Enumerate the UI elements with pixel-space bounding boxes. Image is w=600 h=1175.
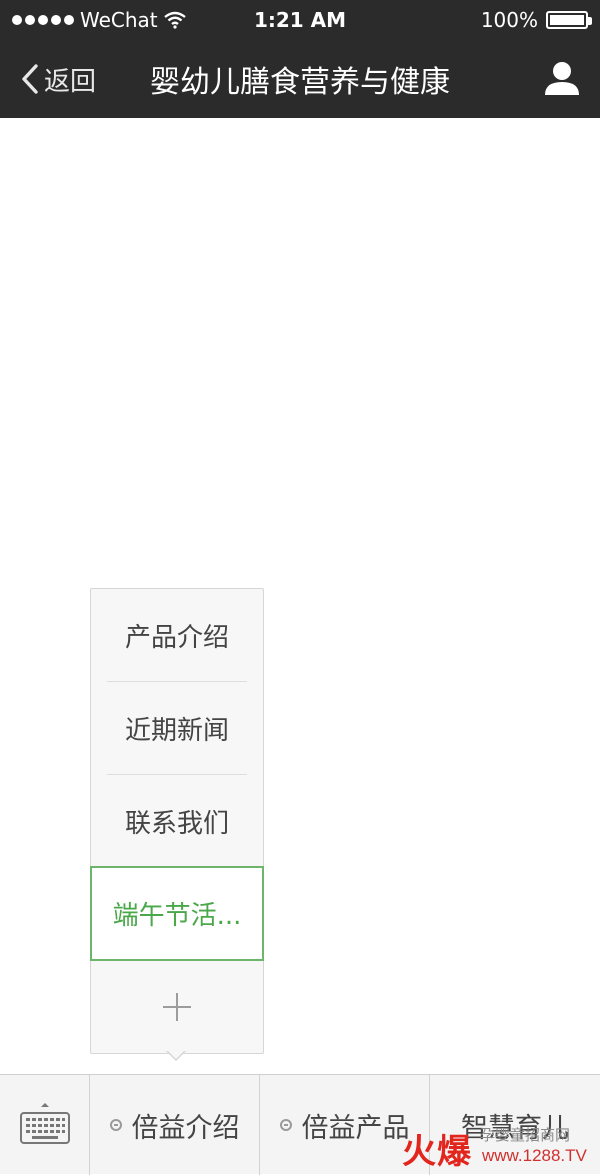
menu-button-label: 倍益产品	[301, 1112, 410, 1144]
menu-button-beiyi-products[interactable]: 倍益产品	[260, 1075, 430, 1175]
carrier-label: WeChat	[80, 8, 158, 32]
page-title: 婴幼儿膳食营养与健康	[150, 65, 450, 100]
menu-button-beiyi-intro[interactable]: 倍益介绍	[90, 1075, 260, 1175]
battery-percent: 100%	[480, 8, 538, 32]
menu-button-smart-parenting[interactable]: 智慧育儿	[430, 1075, 600, 1175]
back-label: 返回	[44, 66, 97, 97]
person-icon[interactable]	[542, 58, 582, 98]
menu-button-label: 智慧育儿	[461, 1112, 569, 1144]
submenu-item-product-intro[interactable]: 产品介绍	[91, 589, 263, 682]
submenu-item-recent-news[interactable]: 近期新闻	[91, 682, 263, 775]
submenu-pointer-fill	[167, 1050, 185, 1059]
status-left: WeChat	[12, 0, 186, 40]
battery-icon	[546, 11, 592, 29]
chevron-left-icon	[22, 64, 38, 94]
submenu-item-label: 联系我们	[124, 809, 229, 839]
submenu-dot-icon	[109, 1119, 122, 1131]
menu-button-label: 倍益介绍	[131, 1112, 240, 1144]
keyboard-icon	[19, 1103, 70, 1144]
submenu-item-dragon-boat-event[interactable]: 端午节活...	[90, 866, 264, 961]
submenu-item-label: 端午节活...	[112, 901, 242, 931]
back-button[interactable]: 返回	[20, 40, 96, 118]
submenu-item-label: 产品介绍	[124, 623, 229, 653]
submenu-add-button[interactable]	[91, 961, 263, 1053]
keyboard-toggle-button[interactable]	[0, 1075, 90, 1175]
clock: 1:21 AM	[253, 8, 347, 32]
signal-dots-icon	[12, 15, 74, 25]
plus-icon	[163, 993, 191, 1021]
submenu-item-contact-us[interactable]: 联系我们	[91, 775, 263, 868]
submenu-popup: 产品介绍 近期新闻 联系我们 端午节活...	[90, 588, 264, 1054]
submenu-item-label: 近期新闻	[124, 716, 229, 746]
status-bar: WeChat 1:21 AM 100%	[0, 0, 600, 40]
submenu-dot-icon	[279, 1119, 292, 1131]
nav-bar: 返回 婴幼儿膳食营养与健康	[0, 40, 600, 118]
wifi-icon	[163, 11, 186, 29]
status-right: 100%	[480, 0, 592, 40]
bottom-menu-bar: 倍益介绍 倍益产品 智慧育儿	[0, 1074, 600, 1175]
